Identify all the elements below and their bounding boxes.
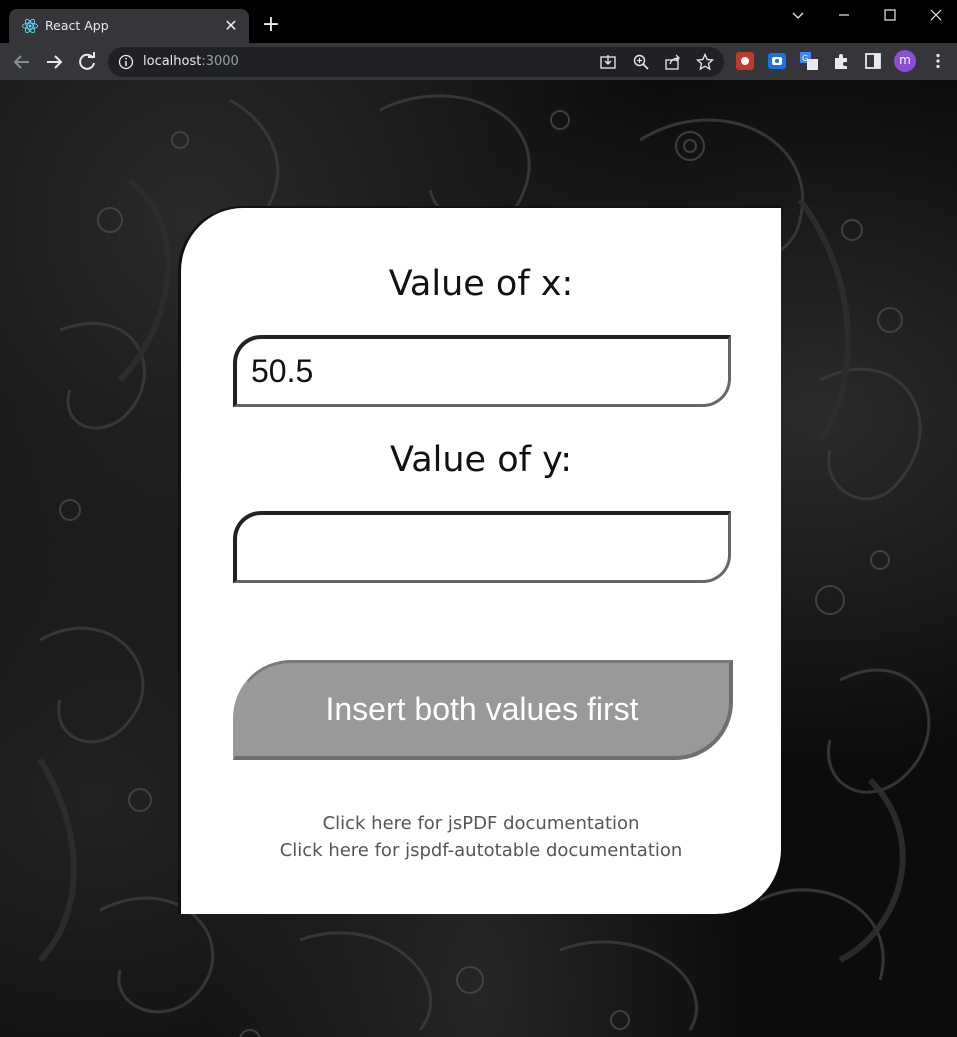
extension-blue-icon[interactable]	[768, 52, 786, 70]
browser-titlebar: React App ✕ +	[0, 0, 957, 43]
close-icon[interactable]: ✕	[221, 16, 241, 36]
browser-tab[interactable]: React App ✕	[9, 9, 249, 43]
x-label: Value of x:	[388, 264, 574, 304]
info-icon[interactable]	[118, 54, 134, 70]
browser-toolbar: localhost:3000 G m	[0, 43, 957, 80]
jspdf-docs-link[interactable]: Click here for jsPDF documentation	[181, 813, 781, 834]
more-icon[interactable]	[929, 52, 947, 70]
autotable-docs-link[interactable]: Click here for jspdf-autotable documenta…	[181, 840, 781, 861]
page-viewport: Value of x: 50.5 Value of y: Insert both…	[0, 80, 957, 1037]
translate-icon[interactable]: G	[800, 52, 818, 70]
react-icon	[22, 18, 38, 34]
minimize-icon[interactable]	[824, 4, 864, 28]
y-label: Value of y:	[389, 440, 573, 480]
avatar[interactable]: m	[894, 50, 916, 72]
chevron-down-icon[interactable]	[778, 4, 818, 28]
maximize-icon[interactable]	[870, 4, 910, 28]
generate-pdf-button[interactable]: Insert both values first	[233, 660, 733, 760]
install-icon[interactable]	[599, 53, 617, 71]
zoom-icon[interactable]	[632, 53, 650, 71]
tab-title: React App	[45, 18, 109, 33]
y-input[interactable]	[233, 511, 731, 583]
star-icon[interactable]	[696, 53, 714, 71]
address-bar[interactable]: localhost:3000	[108, 47, 724, 77]
back-icon[interactable]	[9, 49, 35, 75]
reload-icon[interactable]	[74, 49, 100, 75]
x-input[interactable]: 50.5	[233, 335, 731, 407]
share-icon[interactable]	[664, 53, 682, 71]
plus-icon[interactable]: +	[259, 13, 283, 37]
side-panel-icon[interactable]	[864, 52, 882, 70]
input-card: Value of x: 50.5 Value of y: Insert both…	[178, 206, 781, 914]
window-close-icon[interactable]	[916, 4, 956, 28]
extension-red-icon[interactable]	[736, 52, 754, 70]
svg-text:G: G	[802, 54, 808, 63]
extensions-icon[interactable]	[832, 52, 850, 70]
forward-icon[interactable]	[41, 49, 67, 75]
url-text: localhost:3000	[143, 54, 239, 69]
